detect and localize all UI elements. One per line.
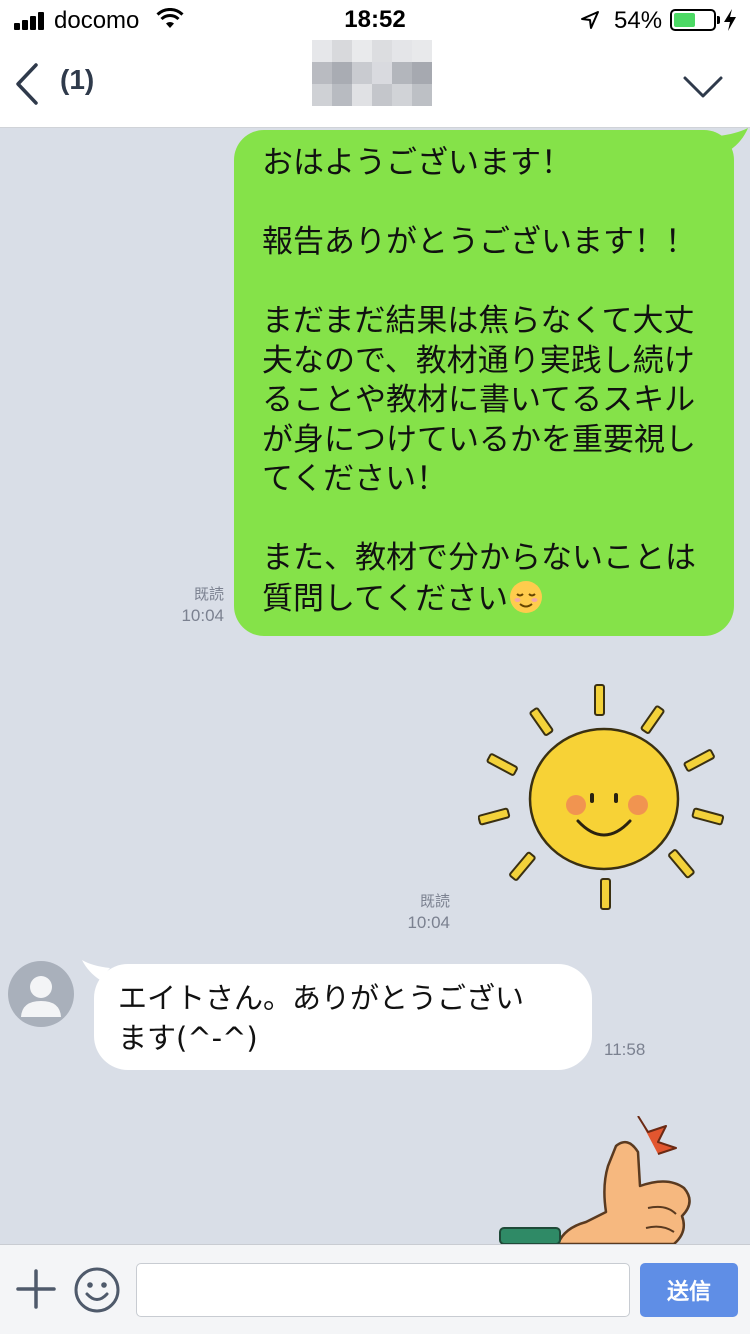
- chevron-down-icon[interactable]: [682, 74, 724, 100]
- relieved-face-emoji-icon: [510, 580, 543, 613]
- smiling-sun-sticker[interactable]: [478, 683, 734, 917]
- battery-icon: [670, 9, 720, 31]
- unread-count[interactable]: (1): [60, 64, 94, 96]
- chat-message-list[interactable]: おはようございます！ 報告ありがとうございます！！ まだまだ結果は焦らなくて大丈…: [0, 128, 750, 1244]
- location-arrow-icon: [581, 11, 599, 29]
- message-meta: 既読 10:04: [164, 583, 224, 626]
- message-text: おはようございます！ 報告ありがとうございます！！ まだまだ結果は焦らなくて大丈…: [262, 145, 696, 617]
- message-input[interactable]: [136, 1263, 630, 1317]
- read-receipt: 既読: [193, 586, 224, 603]
- smiley-icon[interactable]: [72, 1265, 122, 1315]
- message-time: 11:58: [604, 1040, 646, 1059]
- plus-icon[interactable]: [16, 1269, 56, 1309]
- incoming-message-bubble[interactable]: エイトさん。ありがとうござい ます(^-^): [94, 964, 592, 1070]
- chat-title-pixelated: [312, 40, 436, 106]
- status-bar: docomo 18:52 54%: [0, 0, 750, 40]
- read-receipt: 既読: [419, 893, 450, 910]
- sticker-meta: 既読 10:04: [390, 890, 450, 933]
- send-button[interactable]: 送信: [640, 1263, 738, 1317]
- message-input-bar: 送信: [0, 1244, 750, 1334]
- avatar[interactable]: [8, 961, 74, 1027]
- chevron-left-icon[interactable]: [14, 62, 40, 106]
- charging-bolt-icon: [724, 9, 736, 31]
- message-time: 10:04: [407, 913, 450, 932]
- message-time: 10:04: [181, 606, 224, 625]
- chat-header: (1): [0, 40, 750, 128]
- default-user-icon: [21, 976, 61, 1017]
- thumbs-up-sticker[interactable]: [498, 1116, 704, 1244]
- outgoing-message-bubble[interactable]: おはようございます！ 報告ありがとうございます！！ まだまだ結果は焦らなくて大丈…: [234, 130, 734, 636]
- message-text: エイトさん。ありがとうござい ます(^-^): [118, 981, 525, 1055]
- battery-level-fill: [674, 13, 695, 27]
- battery-percent: 54%: [614, 7, 663, 34]
